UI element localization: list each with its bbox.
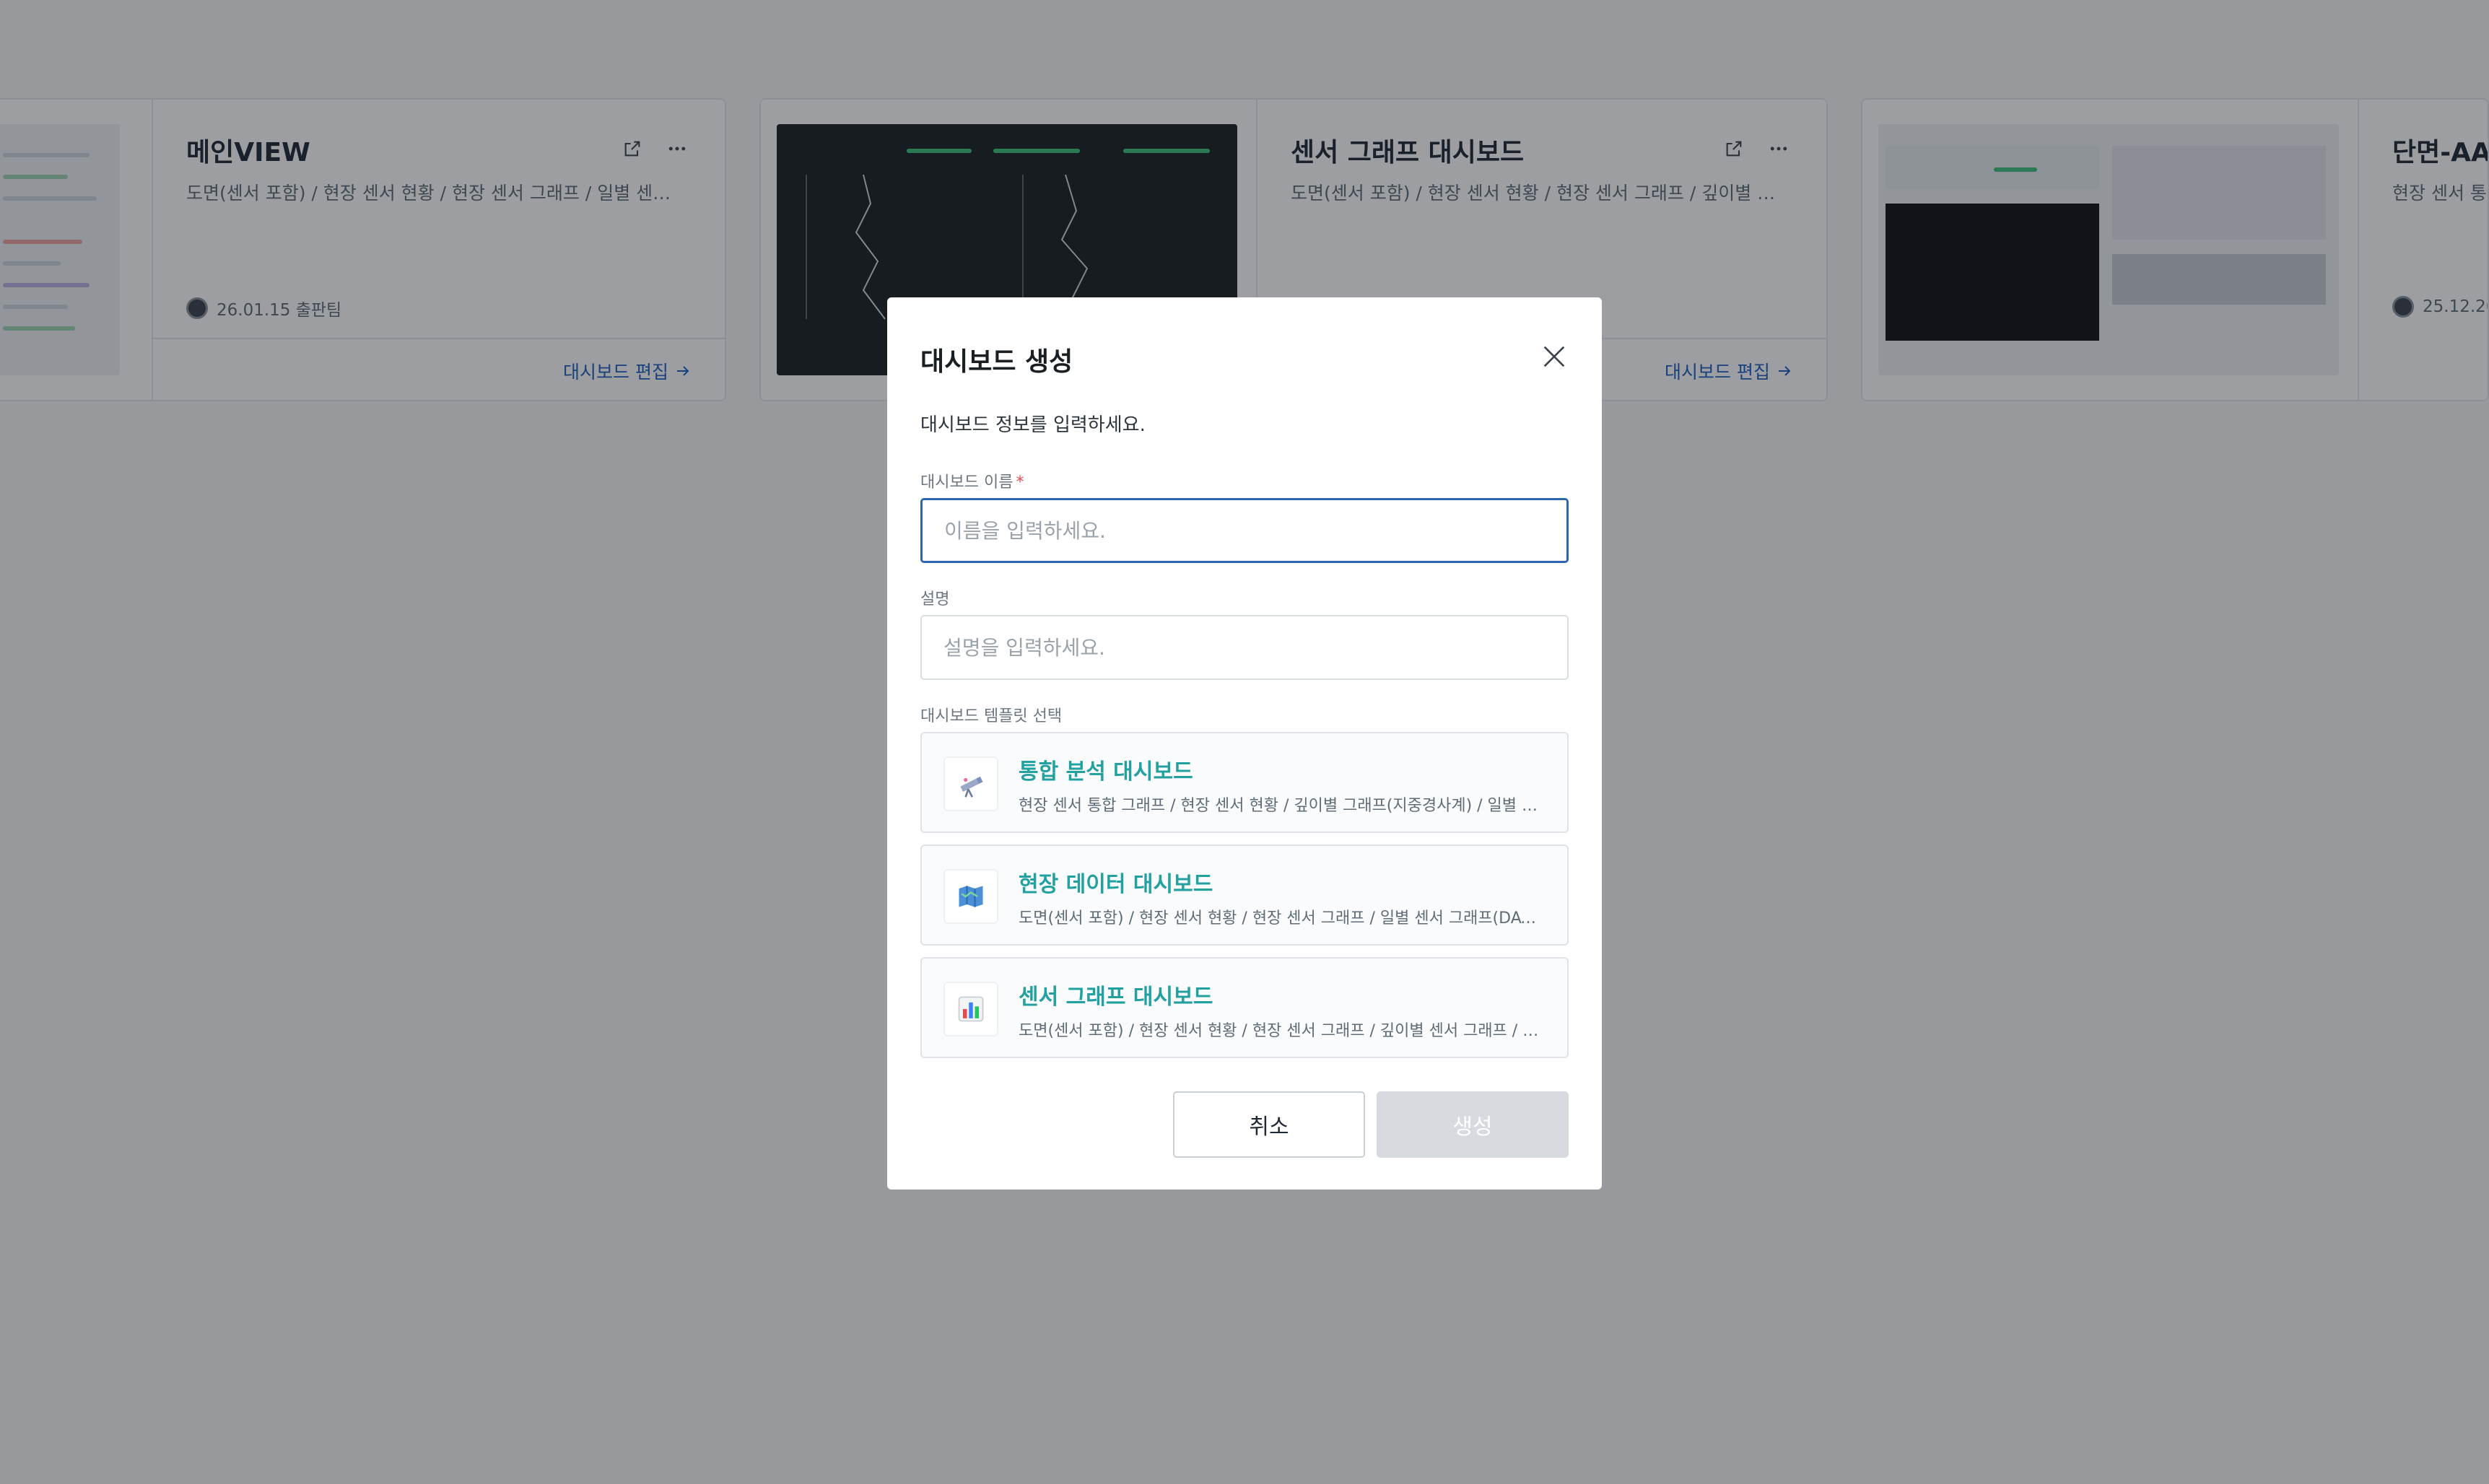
dashboard-name-label: 대시보드 이름 * xyxy=(920,469,1024,492)
template-description: 도면(센서 포함) / 현장 센서 현황 / 현장 센서 그래프 / 일별 센서… xyxy=(1019,909,1546,928)
create-dashboard-dialog: 대시보드 생성 대시보드 정보를 입력하세요. 대시보드 이름* 설명 대시보드… xyxy=(887,297,1602,1190)
cancel-button[interactable]: 취소 xyxy=(1173,1091,1365,1158)
description-input[interactable] xyxy=(920,615,1569,680)
bar-chart-icon xyxy=(943,982,998,1036)
template-name: 현장 데이터 대시보드 xyxy=(1019,872,1213,897)
required-mark: * xyxy=(1016,473,1024,492)
map-icon xyxy=(943,869,998,924)
telescope-icon xyxy=(943,756,998,811)
close-icon xyxy=(1543,346,1565,367)
template-description: 도면(센서 포함) / 현장 센서 현황 / 현장 센서 그래프 / 깊이별 센… xyxy=(1019,1022,1546,1040)
dialog-title: 대시보드 생성 xyxy=(920,347,1073,377)
template-option-field-data[interactable]: 현장 데이터 대시보드 도면(센서 포함) / 현장 센서 현황 / 현장 센서… xyxy=(920,844,1569,946)
dashboard-name-input[interactable] xyxy=(920,498,1569,563)
close-button[interactable] xyxy=(1538,341,1570,372)
create-button[interactable]: 생성 xyxy=(1377,1091,1569,1158)
template-option-integrated-analysis[interactable]: 통합 분석 대시보드 현장 센서 통합 그래프 / 현장 센서 현황 / 깊이별… xyxy=(920,732,1569,833)
description-label: 설명 xyxy=(920,590,950,608)
dashboard-name-label-text: 대시보드 이름 xyxy=(920,473,1014,492)
template-section-label: 대시보드 템플릿 선택 xyxy=(920,707,1063,725)
template-description: 현장 센서 통합 그래프 / 현장 센서 현황 / 깊이별 그래프(지중경사계)… xyxy=(1019,797,1546,815)
template-name: 통합 분석 대시보드 xyxy=(1019,759,1193,785)
template-name: 센서 그래프 대시보드 xyxy=(1019,985,1213,1010)
dialog-subtitle: 대시보드 정보를 입력하세요. xyxy=(920,414,1146,436)
template-option-sensor-graph[interactable]: 센서 그래프 대시보드 도면(센서 포함) / 현장 센서 현황 / 현장 센서… xyxy=(920,957,1569,1058)
